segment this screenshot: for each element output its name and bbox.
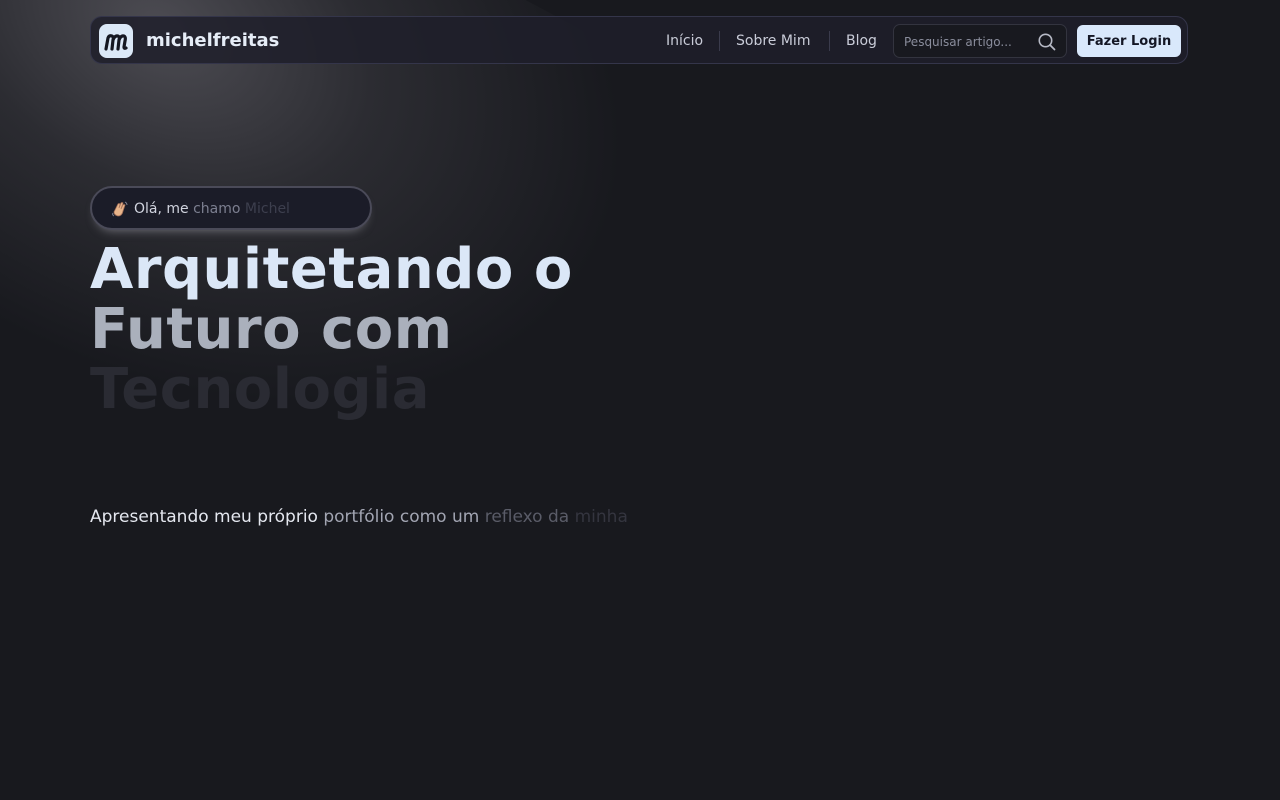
greeting-part: Olá, me	[134, 201, 189, 217]
nav-link-inicio[interactable]: Início	[666, 32, 703, 50]
nav-divider	[719, 31, 720, 51]
logo[interactable]	[99, 24, 133, 58]
hero-subtitle: Apresentando meu próprio portfólio como …	[90, 506, 628, 528]
nav-divider	[829, 31, 830, 51]
greeting-text: Olá, me chamo Michel	[134, 200, 290, 218]
search-icon[interactable]	[1037, 32, 1057, 52]
brand-name[interactable]: michelfreitas	[146, 30, 279, 52]
subtitle-part: portfólio como um	[323, 507, 480, 527]
subtitle-part: reflexo da	[484, 507, 570, 527]
headline-line: Futuro com	[90, 297, 453, 362]
page: michelfreitas Início Sobre Mim Blog Faze…	[0, 0, 1280, 800]
headline-line: Tecnologia	[90, 357, 431, 422]
search-input[interactable]	[904, 33, 1029, 51]
subtitle-part: minha	[574, 507, 628, 527]
top-navbar: michelfreitas Início Sobre Mim Blog Faze…	[90, 16, 1188, 64]
nav-link-blog[interactable]: Blog	[846, 32, 877, 50]
greeting-part: chamo	[193, 201, 241, 217]
search-box	[893, 24, 1067, 58]
login-button[interactable]: Fazer Login	[1077, 25, 1181, 57]
logo-m-icon	[104, 34, 128, 51]
greeting-part: Michel	[244, 201, 290, 217]
greeting-pill: Olá, me chamo Michel	[90, 186, 372, 230]
hero-headline: Arquitetando o Futuro com Tecnologia	[90, 240, 573, 420]
subtitle-part: Apresentando meu próprio	[90, 507, 318, 527]
headline-line: Arquitetando o	[90, 237, 573, 302]
nav-link-sobre-mim[interactable]: Sobre Mim	[736, 32, 810, 50]
waving-hand-icon	[112, 201, 128, 217]
